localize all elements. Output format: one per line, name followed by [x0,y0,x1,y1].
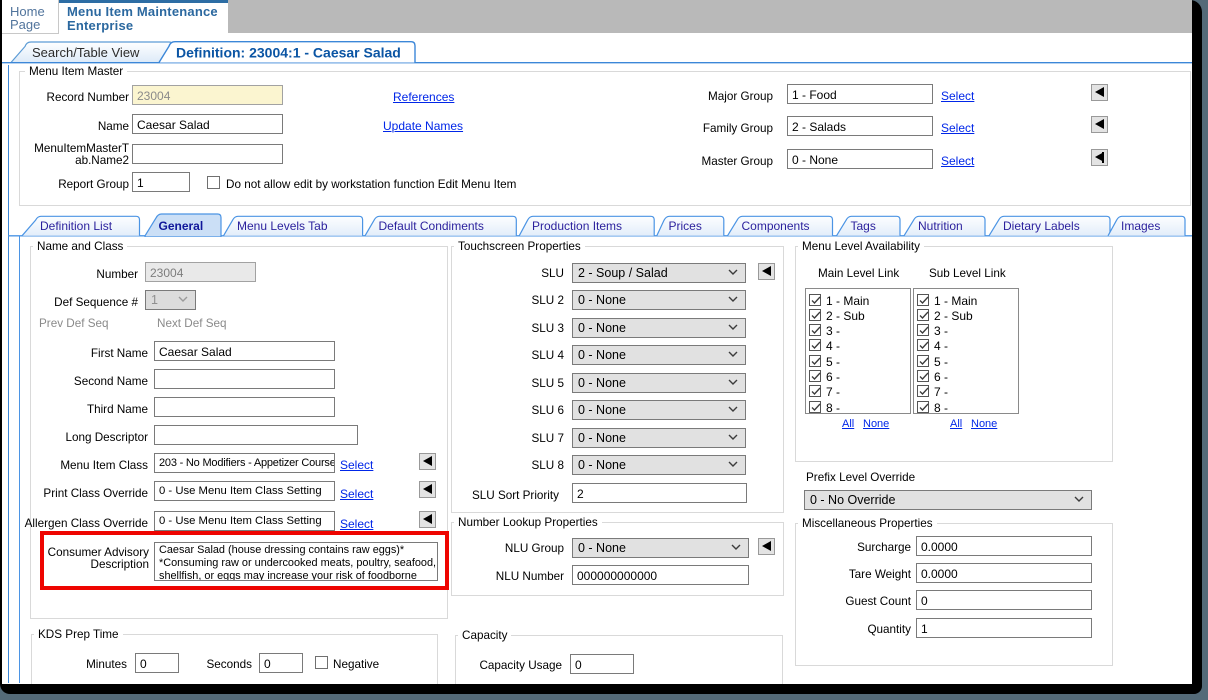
svg-text:Production Items: Production Items [532,219,622,233]
svg-text:Definition: 23004:1 - Caesar S: Definition: 23004:1 - Caesar Salad [176,45,401,61]
svg-text:Nutrition: Nutrition [918,219,963,233]
svg-text:Menu Levels Tab: Menu Levels Tab [237,219,328,233]
svg-text:Components: Components [742,219,810,233]
svg-text:General: General [159,219,204,233]
svg-text:Search/Table View: Search/Table View [32,45,140,60]
svg-text:Tags: Tags [851,219,876,233]
svg-text:Definition List: Definition List [40,219,113,233]
svg-text:Default Condiments: Default Condiments [379,219,484,233]
svg-text:Dietary Labels: Dietary Labels [1003,219,1080,233]
svg-text:Images: Images [1121,219,1160,233]
svg-text:Prices: Prices [669,219,702,233]
